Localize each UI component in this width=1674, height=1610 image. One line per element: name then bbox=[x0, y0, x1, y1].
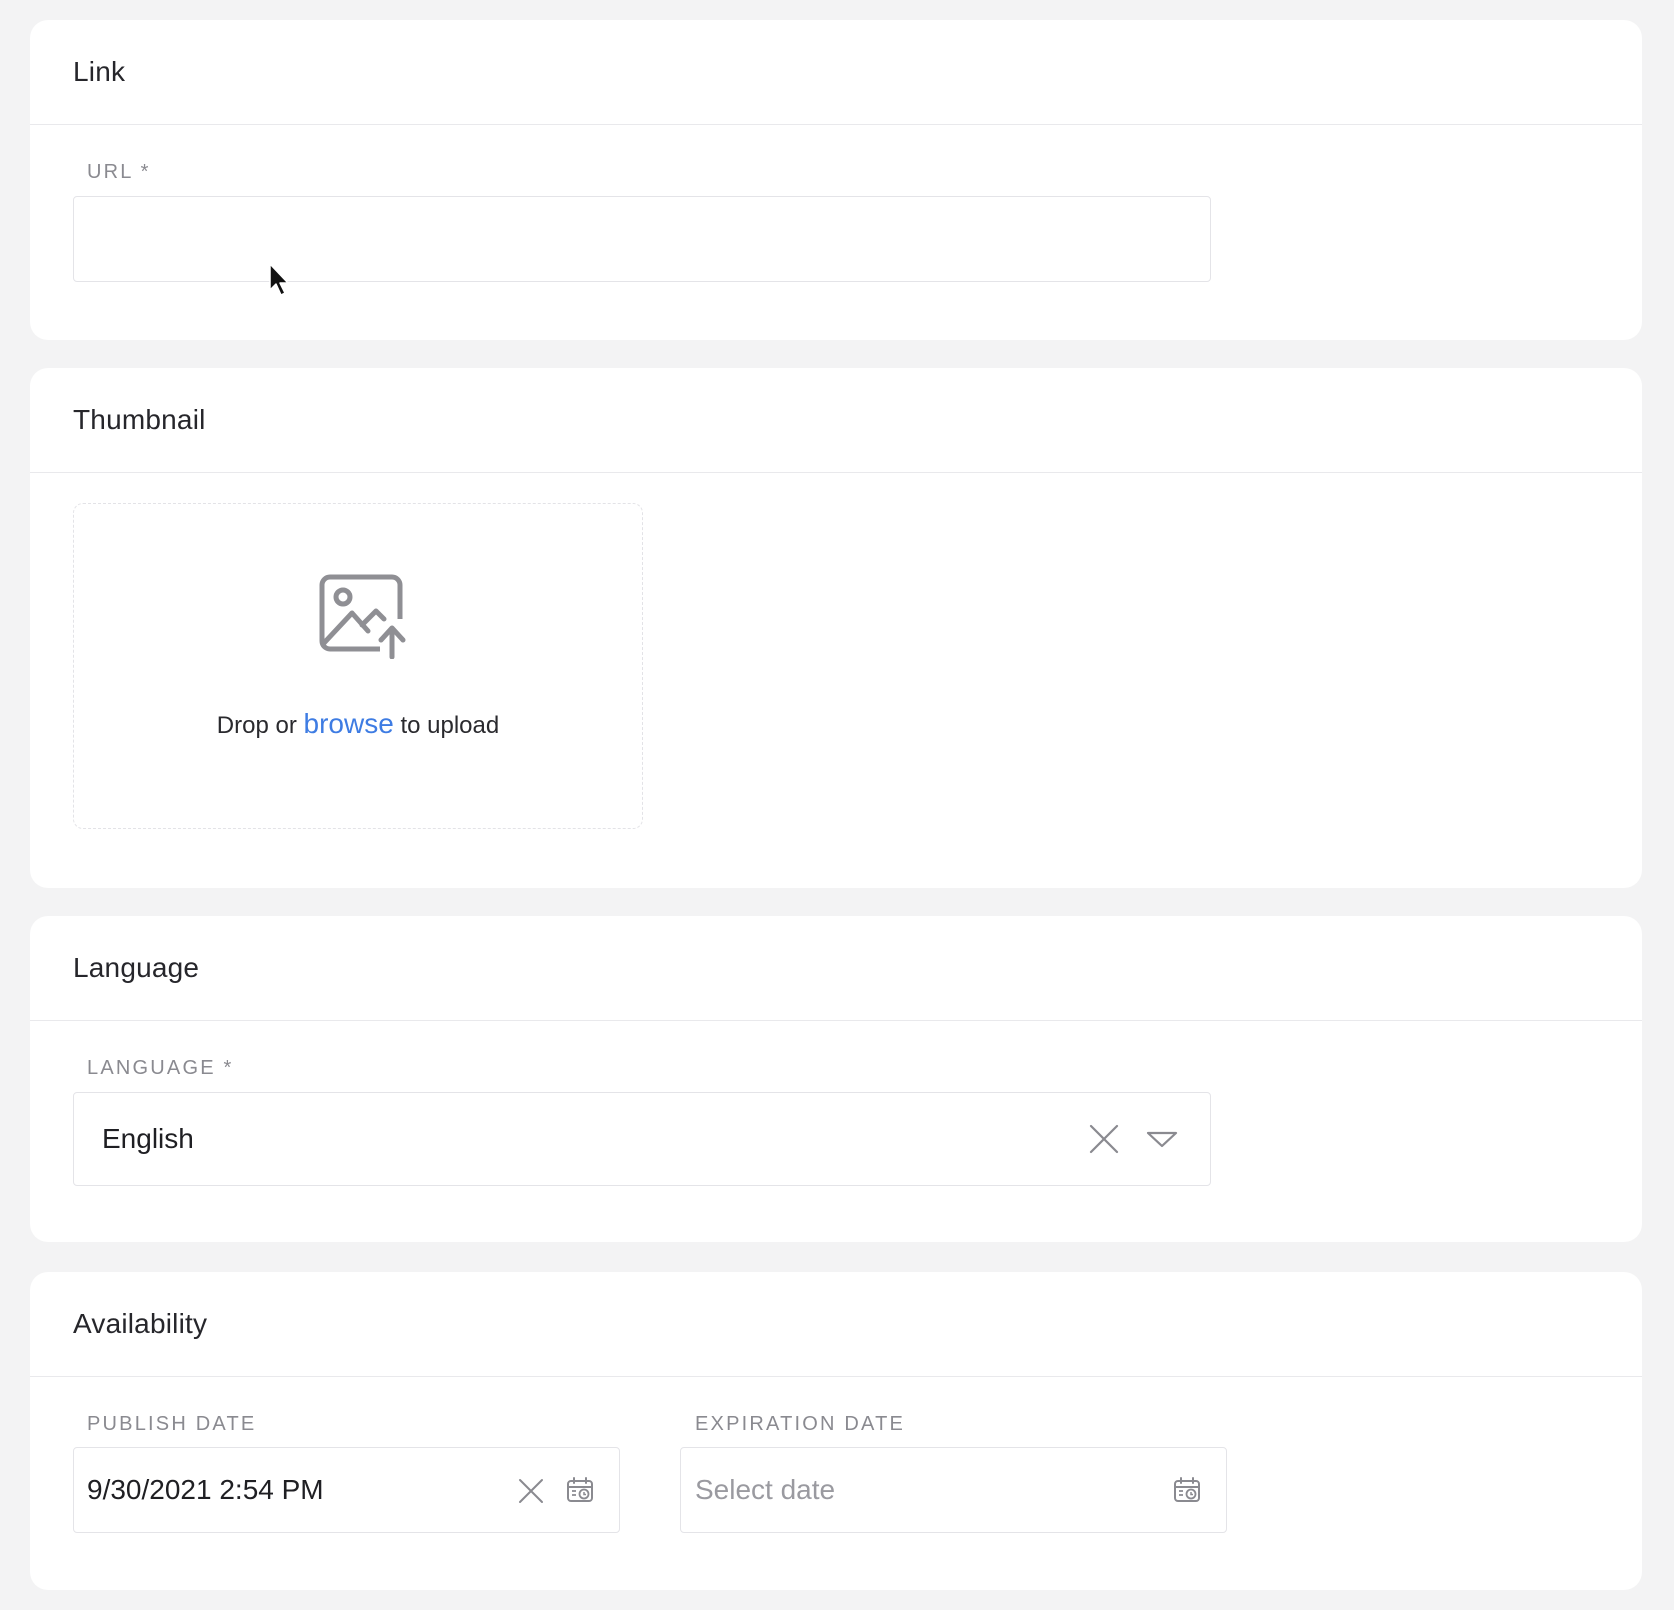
chevron-down-icon[interactable] bbox=[1146, 1131, 1178, 1149]
publish-date-value: 9/30/2021 2:54 PM bbox=[87, 1474, 324, 1505]
thumbnail-card-title: Thumbnail bbox=[73, 404, 206, 435]
calendar-icon[interactable] bbox=[566, 1476, 594, 1504]
clear-icon[interactable] bbox=[1088, 1123, 1120, 1155]
image-upload-icon bbox=[319, 574, 406, 659]
browse-link[interactable]: browse bbox=[304, 708, 394, 739]
availability-card: Availability PUBLISH DATE 9/30/2021 2:54… bbox=[30, 1272, 1642, 1590]
drop-prefix: Drop or bbox=[216, 712, 297, 739]
drop-instructions: Drop or browse to upload bbox=[74, 708, 642, 740]
availability-card-title: Availability bbox=[73, 1308, 208, 1339]
language-value: English bbox=[102, 1123, 194, 1154]
clear-icon[interactable] bbox=[518, 1478, 544, 1504]
link-card-title: Link bbox=[73, 56, 126, 87]
thumbnail-card-header: Thumbnail bbox=[30, 368, 1642, 473]
language-select[interactable]: English bbox=[73, 1092, 1211, 1186]
language-card-title: Language bbox=[73, 952, 200, 983]
thumbnail-dropzone[interactable]: Drop or browse to upload bbox=[73, 503, 643, 829]
drop-suffix: to upload bbox=[400, 712, 500, 739]
url-label: URL * bbox=[87, 161, 151, 183]
thumbnail-card: Thumbnail Drop or browse to upload bbox=[30, 368, 1642, 888]
publish-date-input[interactable]: 9/30/2021 2:54 PM bbox=[73, 1447, 620, 1533]
expiration-date-label: EXPIRATION DATE bbox=[695, 1413, 906, 1435]
language-label: LANGUAGE * bbox=[87, 1057, 234, 1079]
language-card-header: Language bbox=[30, 916, 1642, 1021]
mouse-cursor-icon bbox=[269, 263, 289, 296]
url-input[interactable] bbox=[73, 196, 1211, 282]
availability-card-header: Availability bbox=[30, 1272, 1642, 1377]
expiration-date-input[interactable]: Select date bbox=[680, 1447, 1227, 1533]
publish-date-label: PUBLISH DATE bbox=[87, 1413, 257, 1435]
form-page: Link URL * Thumbnail Drop or browse to u… bbox=[0, 0, 1674, 1610]
calendar-icon[interactable] bbox=[1173, 1476, 1201, 1504]
link-card-header: Link bbox=[30, 20, 1642, 125]
expiration-date-placeholder: Select date bbox=[695, 1474, 836, 1505]
language-card: Language LANGUAGE * English bbox=[30, 916, 1642, 1242]
